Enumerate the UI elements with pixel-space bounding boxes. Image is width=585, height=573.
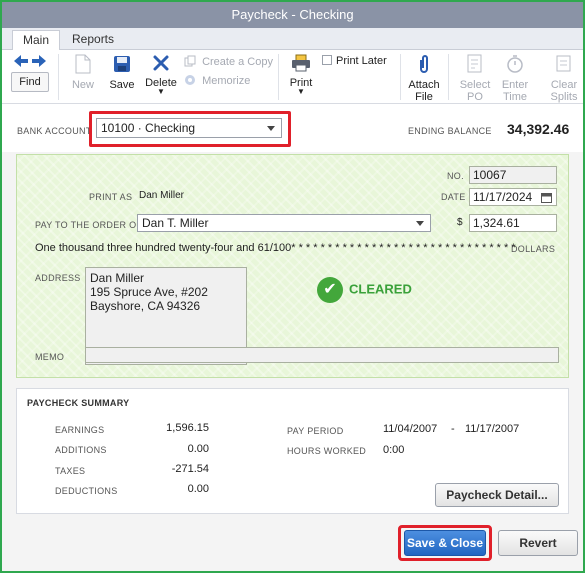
select-po-button[interactable]: Select PO — [457, 54, 493, 103]
deductions-value: 0.00 — [187, 483, 209, 495]
date-label: DATE — [441, 192, 466, 202]
delete-button[interactable]: Delete ▼ — [144, 54, 178, 96]
ribbon-tabs: Main Reports — [2, 28, 583, 50]
print-later-checkbox[interactable]: Print Later — [322, 55, 387, 67]
taxes-label: TAXES — [55, 466, 86, 476]
memorize-button[interactable]: Memorize — [184, 74, 250, 87]
pay-period-dash: - — [451, 423, 455, 435]
bank-account-row: BANK ACCOUNT 10100 · Checking ENDING BAL… — [2, 104, 583, 152]
toolbar-divider — [400, 54, 401, 100]
new-document-icon — [68, 54, 98, 77]
hours-worked-value: 0:00 — [383, 444, 405, 456]
amount-in-words: One thousand three hundred twenty-four a… — [35, 242, 516, 254]
paycheck-detail-button[interactable]: Paycheck Detail... — [435, 483, 559, 507]
address-label: ADDRESS — [35, 273, 81, 283]
chevron-down-icon: ▼ — [297, 87, 305, 96]
memo-label: MEMO — [35, 352, 65, 362]
create-copy-button[interactable]: Create a Copy — [184, 55, 273, 68]
ending-balance-label: ENDING BALANCE — [408, 126, 492, 136]
paycheck-summary: PAYCHECK SUMMARY EARNINGS 1,596.15 ADDIT… — [16, 388, 569, 514]
earnings-label: EARNINGS — [55, 425, 105, 435]
dollars-label: DOLLARS — [511, 244, 556, 254]
taxes-value: -271.54 — [171, 463, 209, 475]
cleared-status: ✔ CLEARED — [317, 277, 412, 303]
check-number-field[interactable]: 10067 — [469, 166, 557, 184]
previous-arrow-icon[interactable] — [14, 55, 28, 70]
copy-icon — [184, 55, 202, 68]
find-button[interactable]: Find — [11, 72, 49, 92]
delete-x-icon — [144, 54, 178, 75]
clear-splits-button[interactable]: Clear Splits — [548, 54, 580, 103]
toolbar-divider — [448, 54, 449, 100]
print-as-value: Dan Miller — [139, 190, 185, 201]
earnings-value: 1,596.15 — [166, 422, 209, 434]
toolbar: Find New Save Delete ▼ Create a Copy Mem… — [2, 50, 583, 104]
new-button[interactable]: New — [68, 54, 98, 91]
enter-time-button[interactable]: Enter Time — [498, 54, 532, 103]
summary-title: PAYCHECK SUMMARY — [27, 398, 130, 408]
printer-icon — [286, 54, 316, 75]
paperclip-icon — [406, 54, 442, 77]
attach-file-button[interactable]: Attach File — [406, 54, 442, 103]
tab-reports[interactable]: Reports — [62, 30, 124, 50]
window-title: Paycheck - Checking — [2, 2, 583, 28]
memo-field[interactable] — [85, 347, 559, 363]
chevron-down-icon: ▼ — [157, 87, 165, 96]
next-arrow-icon[interactable] — [32, 55, 46, 70]
additions-value: 0.00 — [187, 443, 209, 455]
pay-period-start: 11/04/2007 — [383, 423, 438, 435]
amount-field[interactable]: 1,324.61 — [469, 214, 557, 232]
toolbar-divider — [58, 54, 59, 100]
select-po-icon — [457, 54, 493, 77]
chevron-down-icon — [416, 221, 424, 226]
deductions-label: DEDUCTIONS — [55, 486, 118, 496]
pay-to-label: PAY TO THE ORDER OF — [35, 220, 143, 230]
memorize-icon — [184, 75, 202, 87]
highlight-box — [398, 525, 492, 561]
print-as-label: PRINT AS — [89, 192, 133, 202]
save-button[interactable]: Save — [106, 54, 138, 91]
calendar-icon[interactable] — [541, 191, 552, 207]
stopwatch-icon — [498, 54, 532, 77]
floppy-disk-icon — [106, 54, 138, 77]
pay-period-label: PAY PERIOD — [287, 426, 344, 436]
pay-period-end: 11/17/2007 — [465, 423, 520, 435]
date-field[interactable]: 11/17/2024 — [469, 188, 557, 206]
revert-button[interactable]: Revert — [498, 530, 578, 556]
check-form: NO. 10067 PRINT AS Dan Miller DATE 11/17… — [16, 154, 569, 378]
dollar-sign: $ — [457, 217, 463, 228]
highlight-box — [89, 111, 291, 147]
payee-dropdown[interactable]: Dan T. Miller — [137, 214, 431, 232]
hours-worked-label: HOURS WORKED — [287, 446, 367, 456]
bank-account-label: BANK ACCOUNT — [17, 126, 92, 136]
toolbar-divider — [278, 54, 279, 100]
clear-splits-icon — [548, 54, 580, 77]
additions-label: ADDITIONS — [55, 445, 107, 455]
ending-balance-value: 34,392.46 — [507, 121, 570, 137]
checkmark-icon: ✔ — [317, 277, 343, 303]
paycheck-window: Paycheck - Checking Main Reports Find Ne… — [0, 0, 585, 573]
check-number-label: NO. — [447, 171, 464, 181]
print-button[interactable]: Print ▼ — [286, 54, 316, 96]
tab-main[interactable]: Main — [12, 30, 61, 50]
checkbox-icon — [322, 55, 332, 65]
